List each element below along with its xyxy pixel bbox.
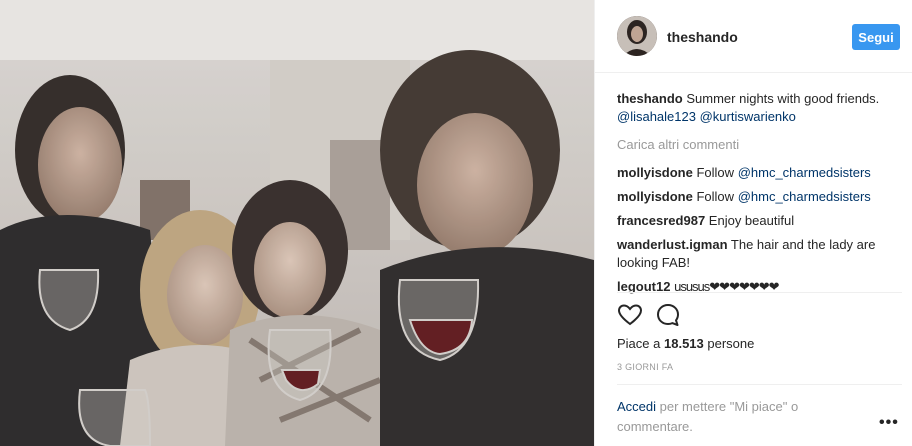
comment-item: mollyisdone Follow @hmc_charmedsisters: [617, 188, 902, 206]
caption-mention[interactable]: @kurtiswarienko: [700, 109, 796, 124]
post-photo[interactable]: [0, 0, 594, 446]
comment-mention[interactable]: @hmc_charmedsisters: [738, 189, 871, 204]
more-options-icon[interactable]: •••: [879, 414, 899, 432]
likes-count: Piace a 18.513 persone: [617, 336, 754, 351]
caption-text: Summer nights with good friends.: [686, 91, 880, 106]
follow-button[interactable]: Segui: [852, 24, 900, 50]
post-header: theshando Segui: [595, 0, 912, 73]
caption-mention[interactable]: @lisahale123: [617, 109, 696, 124]
login-prompt: Accedi per mettere "Mi piace" o commenta…: [617, 397, 867, 437]
comment-username[interactable]: mollyisdone: [617, 165, 693, 180]
comment-icon[interactable]: [655, 302, 681, 328]
load-more-comments-link[interactable]: Carica altri commenti: [617, 136, 902, 154]
comment-username[interactable]: francesred987: [617, 213, 705, 228]
likes-number[interactable]: 18.513: [664, 336, 704, 351]
comment-text: Follow: [696, 165, 735, 180]
profile-avatar-icon: [617, 16, 657, 56]
comment-text: Follow: [696, 189, 735, 204]
login-link[interactable]: Accedi: [617, 399, 656, 414]
comment-item: wanderlust.igman The hair and the lady a…: [617, 236, 902, 272]
caption: theshando Summer nights with good friend…: [617, 90, 902, 126]
post-photo-illustration: [0, 0, 594, 446]
post-timestamp[interactable]: 3 GIORNI FA: [617, 362, 673, 372]
caption-username[interactable]: theshando: [617, 91, 683, 106]
comments-section: theshando Summer nights with good friend…: [617, 90, 902, 302]
likes-prefix: Piace a: [617, 336, 661, 351]
post-sidebar: theshando Segui theshando Summer nights …: [595, 0, 912, 446]
comment-item: legout12 ususus❤❤❤❤❤❤❤: [617, 278, 902, 296]
avatar[interactable]: [617, 16, 657, 56]
comment-username[interactable]: wanderlust.igman: [617, 237, 728, 252]
likes-suffix: persone: [707, 336, 755, 351]
comment-item: mollyisdone Follow @hmc_charmedsisters: [617, 164, 902, 182]
comment-text: Enjoy beautiful: [708, 213, 795, 228]
comment-item: francesred987 Enjoy beautiful: [617, 212, 902, 230]
section-divider: [617, 292, 902, 293]
heart-icon[interactable]: [617, 302, 643, 328]
section-divider: [617, 384, 902, 385]
comment-mention[interactable]: @hmc_charmedsisters: [738, 165, 871, 180]
comment-username[interactable]: mollyisdone: [617, 189, 693, 204]
post-username[interactable]: theshando: [667, 29, 738, 45]
